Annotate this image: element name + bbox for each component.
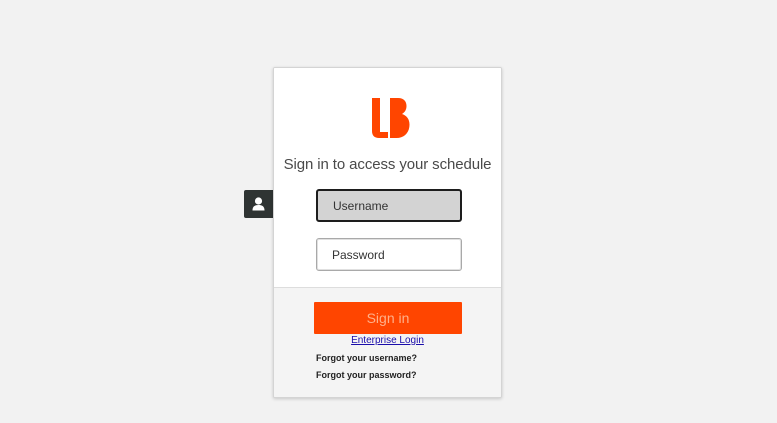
- forgot-username-link[interactable]: Forgot your username?: [316, 353, 417, 363]
- login-card-top: Sign in to access your schedule: [274, 68, 501, 287]
- brand-logo-icon: [372, 98, 410, 138]
- forgot-password-link[interactable]: Forgot your password?: [316, 370, 417, 380]
- password-field[interactable]: [316, 238, 462, 271]
- username-field[interactable]: [316, 189, 462, 222]
- page-title: Sign in to access your schedule: [283, 156, 492, 173]
- sign-in-button[interactable]: Sign in: [314, 302, 462, 334]
- user-icon: [252, 197, 265, 211]
- login-card: Sign in to access your schedule Sign in …: [273, 67, 502, 398]
- user-tab[interactable]: [244, 190, 273, 218]
- enterprise-login-link[interactable]: Enterprise Login: [274, 335, 501, 346]
